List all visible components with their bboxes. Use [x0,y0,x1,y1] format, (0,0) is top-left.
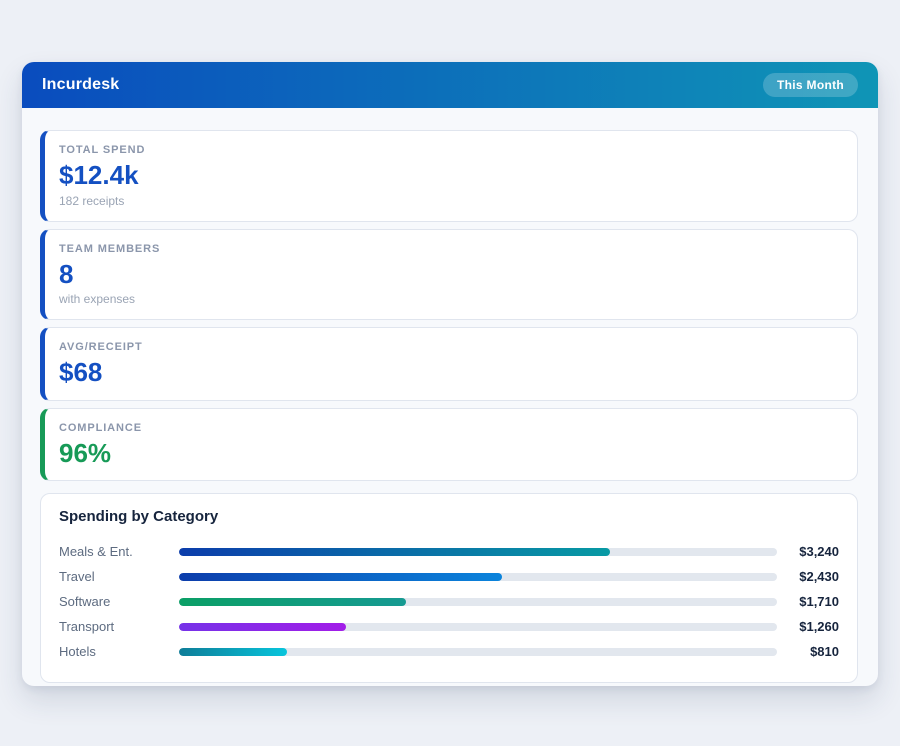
stat-label: COMPLIANCE [59,422,839,434]
category-bar-fill [179,623,346,631]
stat-value: 8 [59,260,839,289]
stat-value: $68 [59,358,839,387]
category-label: Transport [59,619,179,634]
category-bar-track [179,623,777,631]
stat-card-team-members: TEAM MEMBERS 8 with expenses [40,229,858,321]
category-row: Travel $2,430 [59,564,839,589]
category-amount: $3,240 [777,544,839,559]
stat-card-total-spend: TOTAL SPEND $12.4k 182 receipts [40,130,858,222]
category-row: Software $1,710 [59,589,839,614]
category-bar-fill [179,573,502,581]
app-title: Incurdesk [42,76,119,94]
category-row: Meals & Ent. $3,240 [59,539,839,564]
category-label: Software [59,594,179,609]
category-bar-track [179,573,777,581]
stat-value: 96% [59,439,839,468]
category-bar-track [179,648,777,656]
category-amount: $810 [777,644,839,659]
category-bar-fill [179,648,287,656]
category-amount: $1,710 [777,594,839,609]
category-bar-track [179,598,777,606]
spending-by-category-panel: Spending by Category Meals & Ent. $3,240 T… [40,493,858,683]
category-bar-fill [179,598,406,606]
category-amount: $2,430 [777,569,839,584]
stat-value: $12.4k [59,161,839,190]
category-amount: $1,260 [777,619,839,634]
app-header: Incurdesk This Month [22,62,878,108]
category-label: Travel [59,569,179,584]
category-row: Hotels $810 [59,639,839,664]
stat-label: TOTAL SPEND [59,144,839,156]
app-body: TOTAL SPEND $12.4k 182 receipts TEAM MEM… [22,108,878,686]
stat-label: TEAM MEMBERS [59,243,839,255]
category-row: Transport $1,260 [59,614,839,639]
chart-title: Spending by Category [59,508,839,525]
category-label: Hotels [59,644,179,659]
period-badge[interactable]: This Month [763,73,858,97]
category-label: Meals & Ent. [59,544,179,559]
stat-caption: with expenses [59,292,839,306]
category-rows: Meals & Ent. $3,240 Travel $2,430 Software $1… [59,539,839,664]
stat-card-compliance: COMPLIANCE 96% [40,408,858,482]
dashboard-card: Incurdesk This Month TOTAL SPEND $12.4k … [22,62,878,686]
category-bar-fill [179,548,610,556]
stat-card-avg-receipt: AVG/RECEIPT $68 [40,327,858,401]
stat-label: AVG/RECEIPT [59,341,839,353]
category-bar-track [179,548,777,556]
stat-caption: 182 receipts [59,194,839,208]
